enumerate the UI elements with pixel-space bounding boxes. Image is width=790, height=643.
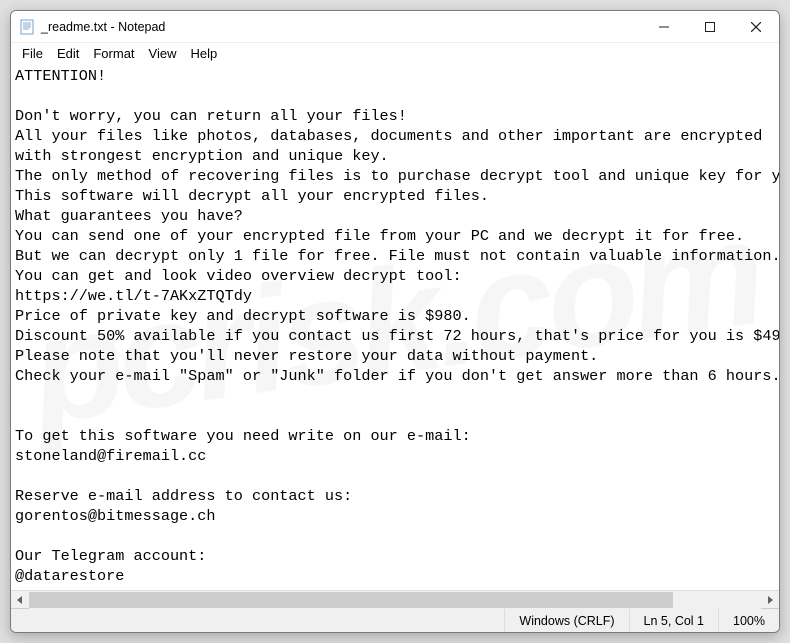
notepad-icon (19, 19, 35, 35)
close-button[interactable] (733, 11, 779, 43)
document-text[interactable]: ATTENTION! Don't worry, you can return a… (11, 64, 779, 590)
menu-file[interactable]: File (15, 45, 50, 62)
titlebar[interactable]: _readme.txt - Notepad (11, 11, 779, 43)
status-line-ending: Windows (CRLF) (504, 609, 628, 632)
scroll-left-icon[interactable] (11, 591, 29, 609)
scrollbar-thumb[interactable] (29, 592, 673, 608)
notepad-window: _readme.txt - Notepad File Edit Format V… (10, 10, 780, 633)
status-zoom: 100% (718, 609, 779, 632)
menubar: File Edit Format View Help (11, 43, 779, 64)
maximize-button[interactable] (687, 11, 733, 43)
scrollbar-track[interactable] (29, 591, 761, 609)
status-cursor: Ln 5, Col 1 (629, 609, 718, 632)
statusbar: Windows (CRLF) Ln 5, Col 1 100% (11, 608, 779, 632)
menu-help[interactable]: Help (183, 45, 224, 62)
menu-view[interactable]: View (142, 45, 184, 62)
horizontal-scrollbar[interactable] (11, 590, 779, 608)
scroll-right-icon[interactable] (761, 591, 779, 609)
menu-format[interactable]: Format (86, 45, 141, 62)
window-title: _readme.txt - Notepad (41, 20, 641, 34)
minimize-button[interactable] (641, 11, 687, 43)
menu-edit[interactable]: Edit (50, 45, 86, 62)
window-controls (641, 11, 779, 42)
editor-area[interactable]: ATTENTION! Don't worry, you can return a… (11, 64, 779, 590)
